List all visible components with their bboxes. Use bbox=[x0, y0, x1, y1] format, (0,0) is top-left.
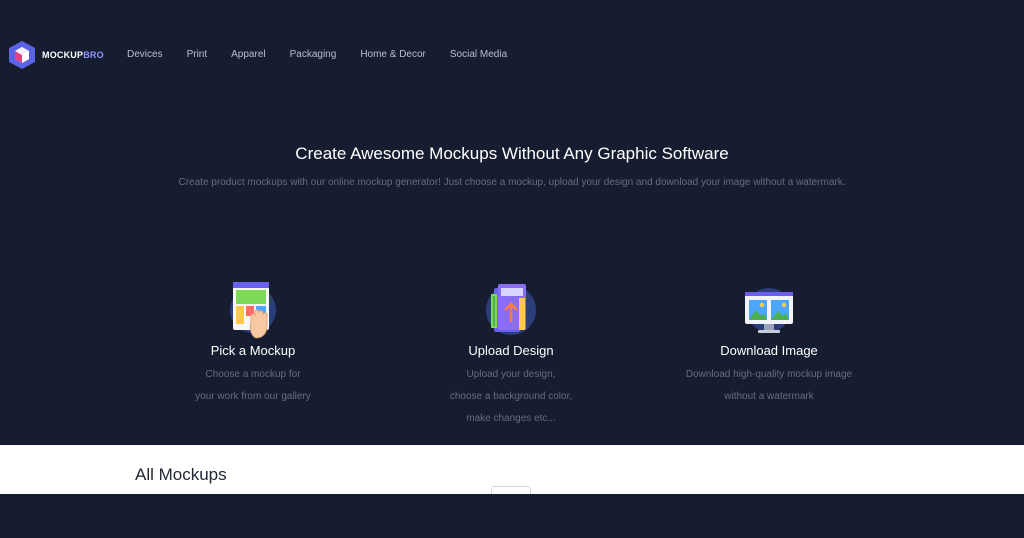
step-title: Pick a Mockup bbox=[210, 343, 296, 358]
nav-item-devices[interactable]: Devices bbox=[127, 49, 163, 60]
step-upload-design: Upload Design Upload your design, choose… bbox=[401, 280, 621, 430]
section-title-all-mockups: All Mockups bbox=[135, 465, 227, 484]
main-nav: Devices Print Apparel Packaging Home & D… bbox=[127, 49, 531, 60]
step-description-line: choose a background color, bbox=[449, 391, 573, 402]
hero-subtitle: Create product mockups with our online m… bbox=[178, 177, 846, 188]
nav-item-apparel[interactable]: Apparel bbox=[231, 49, 265, 60]
logo-text-main: MOCKUP bbox=[42, 50, 84, 60]
monitor-images-icon bbox=[745, 288, 793, 333]
logo-link[interactable]: MOCKUPBRO bbox=[8, 40, 104, 70]
nav-item-social-media[interactable]: Social Media bbox=[450, 49, 507, 60]
nav-item-home-decor[interactable]: Home & Decor bbox=[360, 49, 426, 60]
hero-title: Create Awesome Mockups Without Any Graph… bbox=[295, 144, 729, 163]
step-download-image: Download Image Download high-quality moc… bbox=[659, 280, 879, 408]
step-title: Upload Design bbox=[468, 343, 554, 358]
step-description: Download high-quality mockup image witho… bbox=[659, 364, 879, 408]
upload-book-icon bbox=[486, 284, 536, 335]
mockupbro-logo-icon bbox=[9, 41, 35, 69]
nav-item-packaging[interactable]: Packaging bbox=[290, 49, 337, 60]
logo-text-accent: BRO bbox=[83, 50, 104, 60]
step-description: Choose a mockup for your work from our g… bbox=[143, 364, 363, 408]
step-description-line: Upload your design, bbox=[466, 369, 556, 380]
step-description-line: without a watermark bbox=[724, 391, 814, 402]
step-pick-mockup: Pick a Mockup Choose a mockup for your w… bbox=[143, 280, 363, 408]
step-description-line: Download high-quality mockup image bbox=[685, 369, 853, 380]
gallery-hand-icon bbox=[230, 282, 276, 339]
logo-text: MOCKUPBRO bbox=[42, 50, 104, 60]
step-description-line: your work from our gallery bbox=[195, 391, 311, 402]
bottom-overlay-bar bbox=[0, 494, 1024, 538]
step-description-line: Choose a mockup for bbox=[205, 369, 301, 380]
top-navigation-bar: MOCKUPBRO Devices Print Apparel Packagin… bbox=[0, 0, 1024, 110]
step-title: Download Image bbox=[720, 343, 818, 358]
nav-item-print[interactable]: Print bbox=[187, 49, 208, 60]
step-description: Upload your design, choose a background … bbox=[401, 364, 621, 430]
step-description-line: make changes etc... bbox=[466, 413, 556, 424]
